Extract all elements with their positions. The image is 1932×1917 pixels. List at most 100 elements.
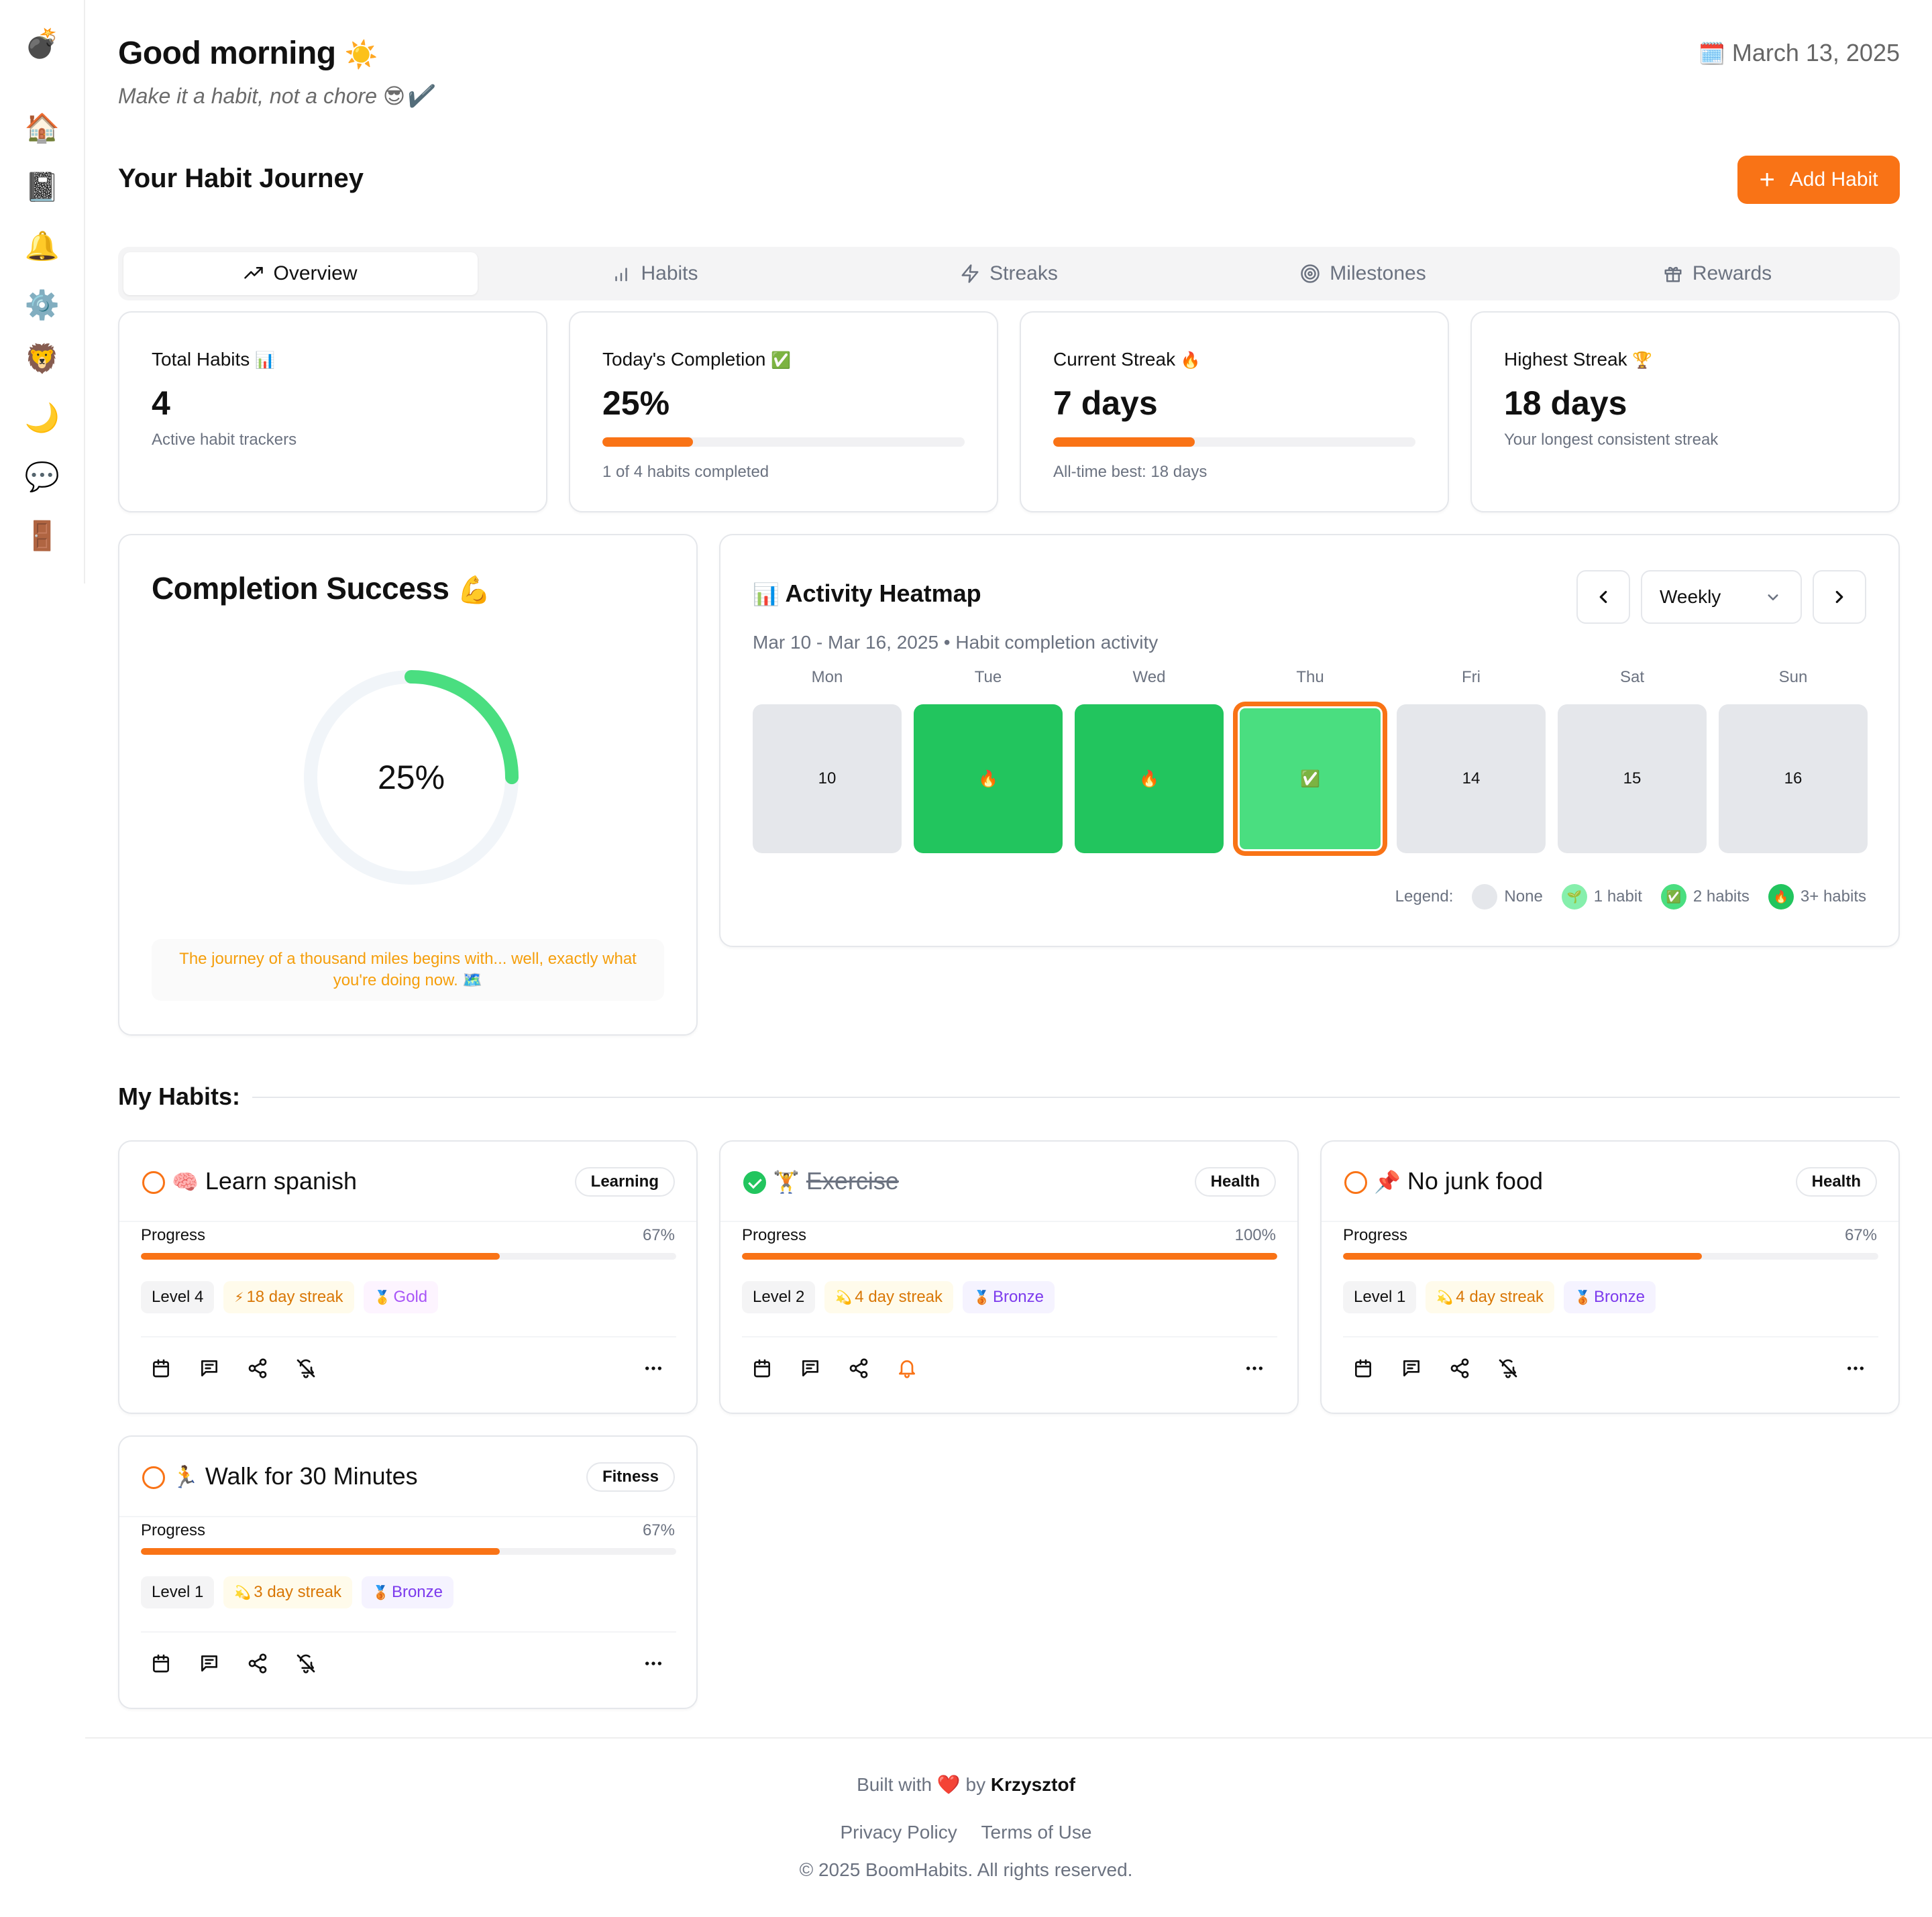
tab-overview[interactable]: Overview: [123, 252, 478, 295]
calendar-icon[interactable]: [1352, 1358, 1374, 1379]
bar-chart-icon: [615, 268, 628, 282]
heatmap-day-cell[interactable]: ✅: [1236, 704, 1385, 853]
moon-icon[interactable]: 🌙: [24, 400, 60, 436]
next-week-button[interactable]: [1813, 570, 1866, 624]
streak-progress-bar: [1053, 437, 1415, 447]
medal-text: Gold: [393, 1288, 428, 1306]
stat-label: Total Habits 📊: [152, 349, 275, 370]
tab-label: Streaks: [989, 262, 1058, 284]
note-icon[interactable]: [199, 1358, 220, 1379]
stat-subtext: Active habit trackers: [152, 431, 297, 449]
medal-icon: 🥉: [973, 1289, 990, 1305]
medal-text: Bronze: [391, 1583, 443, 1601]
heatmap-day-cell[interactable]: 🔥: [1075, 704, 1224, 853]
habit-badges: Level 2 💫 4 day streak 🥉 Bronze: [742, 1281, 1055, 1313]
more-options-icon[interactable]: [643, 1653, 664, 1674]
habit-card: 📌 No junk food Health Progress 67% Level 1 💫 4…: [1320, 1140, 1900, 1414]
divider: [720, 1221, 1297, 1222]
chevron-left-icon: [1599, 590, 1607, 604]
habit-complete-checkbox[interactable]: [1344, 1171, 1367, 1194]
note-icon[interactable]: [199, 1653, 220, 1674]
greeting: Good morning ☀️: [118, 35, 378, 72]
bell-off-icon[interactable]: [295, 1653, 317, 1674]
more-options-icon[interactable]: [1845, 1358, 1866, 1379]
stat-label-text: Highest Streak: [1504, 349, 1627, 370]
heatmap-day-cell[interactable]: 15: [1558, 704, 1707, 853]
habit-badges: Level 1 💫 4 day streak 🥉 Bronze: [1343, 1281, 1656, 1313]
home-icon[interactable]: 🏠: [24, 110, 60, 146]
terms-of-use-link[interactable]: Terms of Use: [981, 1822, 1092, 1843]
stat-value: 25%: [602, 384, 670, 422]
category-badge: Fitness: [586, 1462, 675, 1492]
legend-dot: [1472, 884, 1498, 910]
note-icon[interactable]: [1401, 1358, 1422, 1379]
tab-habits[interactable]: Habits: [478, 252, 832, 295]
completion-title-text: Completion Success: [152, 571, 449, 606]
medal-icon: 🥉: [372, 1584, 389, 1600]
progress-label: Progress: [141, 1226, 206, 1244]
footer-divider: [85, 1737, 1932, 1739]
day-number: 14: [1462, 769, 1481, 787]
author-link[interactable]: Krzysztof: [991, 1774, 1075, 1795]
calendar-icon[interactable]: [150, 1653, 172, 1674]
stat-subtext: Your longest consistent streak: [1504, 431, 1719, 449]
medal-text: Bronze: [1593, 1288, 1645, 1306]
privacy-policy-link[interactable]: Privacy Policy: [841, 1822, 957, 1843]
heatmap-title: 📊 Activity Heatmap: [753, 580, 981, 608]
streak-icon: 💫: [234, 1584, 252, 1600]
note-icon[interactable]: [800, 1358, 821, 1379]
habit-name-text: Exercise: [806, 1167, 899, 1195]
habit-name: 📌 No junk food: [1374, 1167, 1543, 1195]
heatmap-day-cell[interactable]: 16: [1719, 704, 1868, 853]
more-options-icon[interactable]: [1244, 1358, 1265, 1379]
stat-label: Today's Completion ✅: [602, 349, 791, 370]
stat-subtext: All-time best: 18 days: [1053, 463, 1208, 481]
more-options-icon[interactable]: [643, 1358, 664, 1379]
habit-name: 🏃 Walk for 30 Minutes: [172, 1462, 418, 1490]
add-habit-button[interactable]: + Add Habit: [1737, 156, 1900, 204]
medal-text: Bronze: [992, 1288, 1044, 1306]
gift-icon: [1664, 266, 1682, 282]
target-icon: [1301, 264, 1320, 283]
previous-week-button[interactable]: [1576, 570, 1630, 624]
share-icon[interactable]: [247, 1653, 268, 1674]
divider: [1322, 1221, 1898, 1222]
habit-complete-checkbox[interactable]: [142, 1466, 165, 1489]
category-badge: Learning: [574, 1167, 675, 1197]
heatmap-day-name: Fri: [1462, 668, 1481, 686]
heatmap-title-text: Activity Heatmap: [785, 580, 981, 607]
heatmap-day-cell[interactable]: 10: [753, 704, 902, 853]
heatmap-legend: Legend: None 🌱 1 habit ✅ 2 habits 🔥 3+ habi…: [1395, 884, 1866, 910]
bell-off-icon[interactable]: [1497, 1358, 1519, 1379]
tab-streaks[interactable]: Streaks: [832, 252, 1186, 295]
bell-off-icon[interactable]: [295, 1358, 317, 1379]
habit-actions: [150, 1358, 317, 1379]
chevron-right-icon: [1835, 590, 1843, 604]
gear-icon[interactable]: ⚙️: [24, 287, 60, 323]
heatmap-day-cell[interactable]: 14: [1397, 704, 1546, 853]
tab-milestones[interactable]: Milestones: [1186, 252, 1540, 295]
bell-icon[interactable]: [896, 1358, 918, 1379]
chat-icon[interactable]: 💬: [24, 459, 60, 495]
completion-success-card: Completion Success 💪 25% The journey of …: [118, 534, 698, 1036]
progress-percent: 67%: [642, 1521, 675, 1539]
footer-links: Privacy Policy Terms of Use: [0, 1822, 1932, 1843]
share-icon[interactable]: [247, 1358, 268, 1379]
habit-complete-checkbox[interactable]: [142, 1171, 165, 1194]
share-icon[interactable]: [1449, 1358, 1470, 1379]
notebook-icon[interactable]: 📓: [24, 169, 60, 205]
lion-icon[interactable]: 🦁: [24, 341, 60, 377]
streak-badge: ⚡ 18 day streak: [223, 1281, 354, 1313]
period-select[interactable]: Weekly: [1641, 570, 1802, 624]
door-icon[interactable]: 🚪: [24, 518, 60, 554]
heatmap-day-cell[interactable]: 🔥: [914, 704, 1063, 853]
heatmap-day-name: Wed: [1132, 668, 1166, 686]
tab-rewards[interactable]: Rewards: [1540, 252, 1894, 295]
calendar-icon[interactable]: [150, 1358, 172, 1379]
bell-icon[interactable]: 🔔: [24, 228, 60, 264]
share-icon[interactable]: [848, 1358, 869, 1379]
bomb-logo-icon[interactable]: 💣: [24, 25, 60, 62]
habit-complete-checkbox[interactable]: [743, 1171, 766, 1194]
calendar-icon[interactable]: [751, 1358, 773, 1379]
habit-card: 🏃 Walk for 30 Minutes Fitness Progress 67% L…: [118, 1435, 698, 1709]
